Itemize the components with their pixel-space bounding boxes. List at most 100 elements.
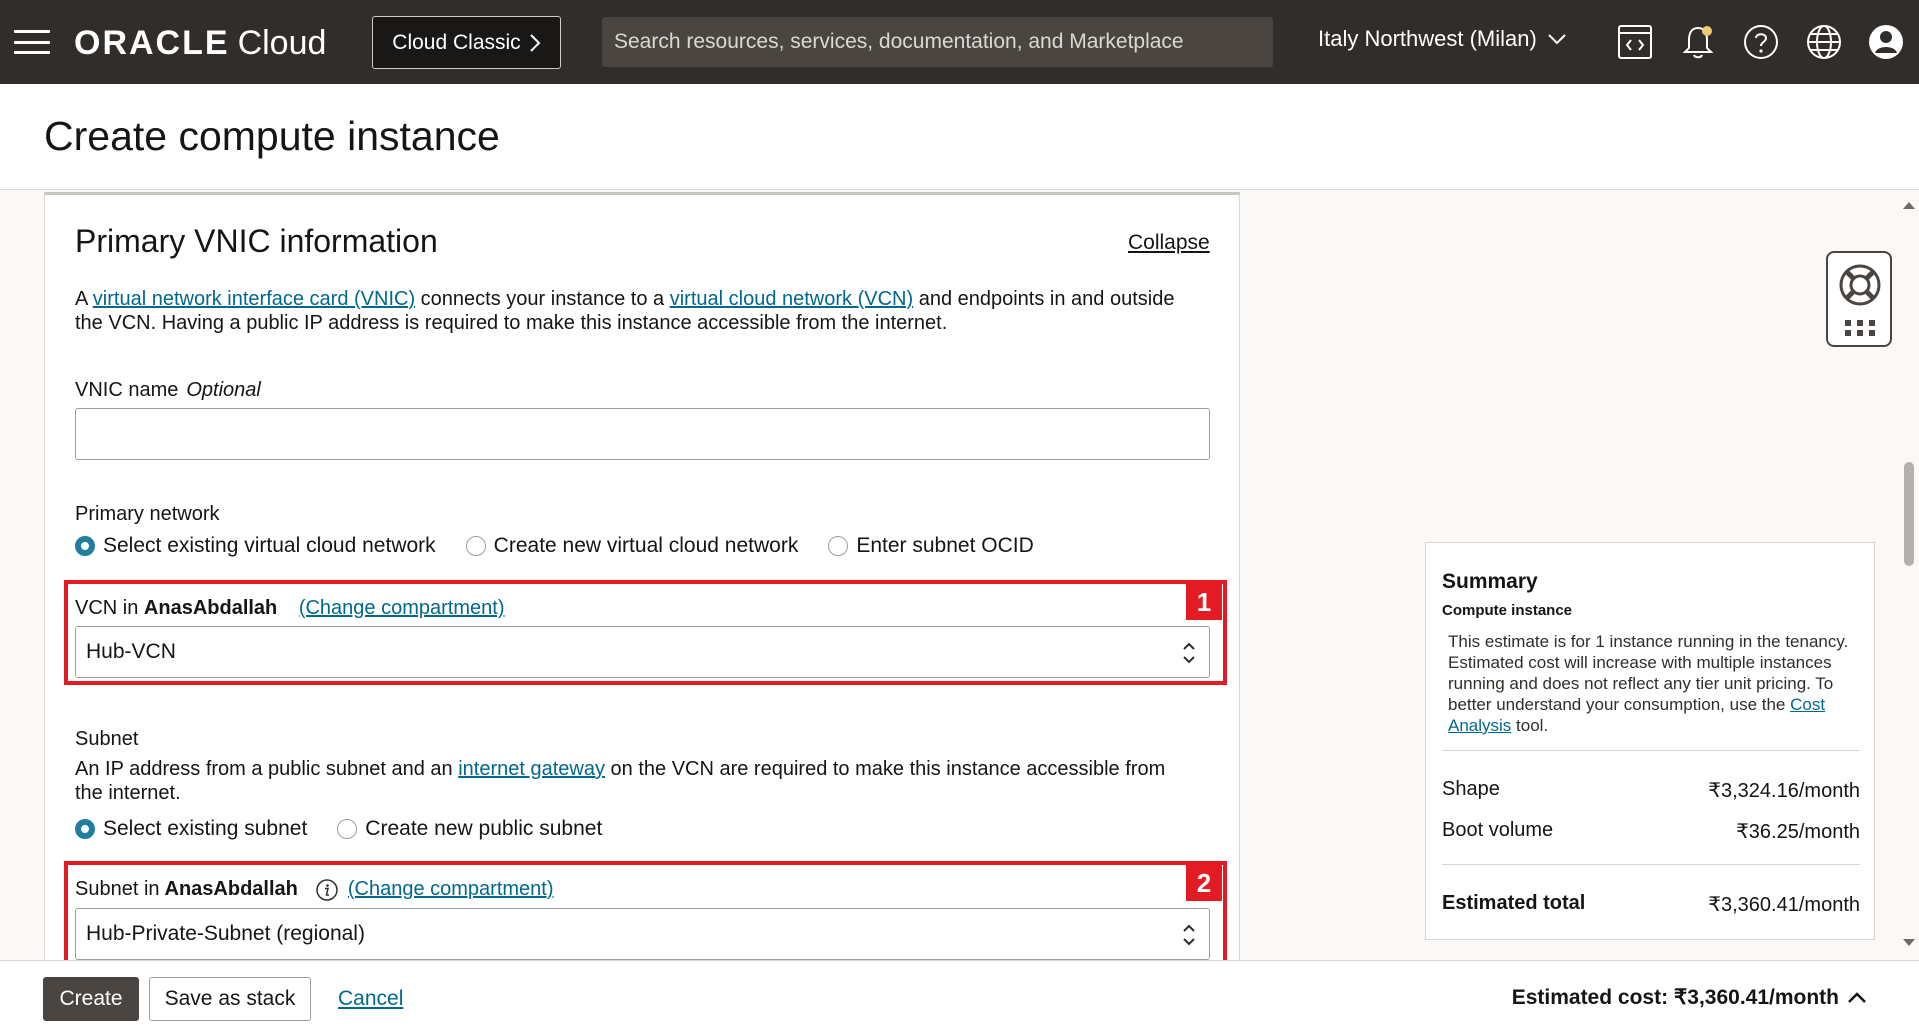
- radio-create-new-public-subnet[interactable]: Create new public subnet: [337, 817, 602, 841]
- step-badge-2: 2: [1186, 865, 1222, 901]
- oracle-cloud-logo[interactable]: ORACLE Cloud: [74, 24, 326, 63]
- desc-text: connects your instance to a: [415, 288, 670, 310]
- subnet-select[interactable]: Hub-Private-Subnet (regional): [75, 908, 1210, 960]
- row-label: Shape: [1442, 778, 1500, 800]
- vnic-name-input[interactable]: [75, 408, 1210, 460]
- help-icon[interactable]: [1741, 22, 1781, 62]
- desc-text: An IP address from a public subnet and a…: [75, 758, 459, 780]
- note-text: tool.: [1511, 716, 1549, 735]
- logo-brand: ORACLE: [74, 24, 230, 62]
- chevron-down-icon: [1548, 34, 1566, 45]
- cloud-classic-button[interactable]: Cloud Classic: [372, 16, 561, 69]
- primary-network-label: Primary network: [75, 503, 220, 525]
- subnet-label: Subnet: [75, 728, 139, 750]
- scroll-thumb[interactable]: [1904, 462, 1914, 566]
- region-label: Italy Northwest (Milan): [1318, 26, 1537, 51]
- select-updown-icon: [1183, 924, 1195, 946]
- lifebuoy-icon: [1839, 264, 1881, 306]
- region-selector[interactable]: Italy Northwest (Milan): [1318, 26, 1567, 52]
- summary-title: Summary: [1442, 570, 1538, 593]
- scroll-down-icon[interactable]: [1902, 938, 1916, 948]
- footer-action-bar: Create Save as stack Cancel Estimated co…: [0, 960, 1919, 1026]
- primary-vnic-panel: Primary VNIC information Collapse A virt…: [44, 192, 1240, 962]
- subnet-change-compartment-link[interactable]: (Change compartment): [348, 878, 554, 901]
- note-text: This estimate is for 1 instance running …: [1448, 632, 1849, 714]
- radio-select-existing-subnet[interactable]: Select existing subnet: [75, 817, 307, 841]
- radio-label: Create new public subnet: [365, 817, 603, 840]
- radio-unselected-icon: [465, 536, 486, 556]
- estimated-cost-toggle[interactable]: Estimated cost: ₹3,360.41/month: [1512, 985, 1867, 1010]
- radio-selected-icon: [75, 536, 95, 556]
- total-label: Estimated total: [1442, 892, 1586, 914]
- radio-label: Select existing virtual cloud network: [103, 534, 436, 557]
- radio-unselected-icon: [337, 819, 358, 839]
- row-value: ₹36.25/month: [1736, 821, 1860, 843]
- vcn-change-compartment-link[interactable]: (Change compartment): [299, 597, 505, 619]
- divider: [1442, 864, 1860, 865]
- row-label: Boot volume: [1442, 819, 1554, 841]
- radio-label: Select existing subnet: [103, 817, 308, 840]
- summary-row-shape: Shape ₹3,324.16/month: [1442, 778, 1860, 803]
- step-badge-1: 1: [1186, 584, 1222, 620]
- help-widget[interactable]: [1826, 251, 1892, 347]
- chevron-right-icon: [529, 33, 541, 52]
- code-editor-icon[interactable]: [1615, 22, 1655, 62]
- radio-label: Create new virtual cloud network: [493, 534, 799, 557]
- subnet-radio-group: Select existing subnet Create new public…: [75, 817, 632, 841]
- subnet-in-label: Subnet in AnasAbdallah (Change compartme…: [75, 878, 554, 901]
- vnic-name-label: VNIC name Optional: [75, 379, 261, 402]
- subnet-label-prefix: Subnet in: [75, 878, 160, 900]
- vcn-compartment-name: AnasAbdallah: [143, 597, 278, 619]
- info-icon[interactable]: [316, 878, 338, 901]
- vcn-doc-link[interactable]: virtual cloud network (VCN): [670, 288, 913, 310]
- vnic-name-text: VNIC name: [75, 379, 179, 401]
- top-navigation-bar: ORACLECloud Cloud Classic Italy Northwes…: [0, 0, 1919, 84]
- vcn-label-prefix: VCN in: [75, 597, 144, 619]
- bell-icon[interactable]: [1678, 22, 1718, 62]
- search-input[interactable]: [602, 17, 1273, 67]
- summary-row-boot-volume: Boot volume ₹36.25/month: [1442, 819, 1860, 844]
- radio-select-existing-vcn[interactable]: Select existing virtual cloud network: [75, 534, 436, 558]
- subnet-select-value: Hub-Private-Subnet (regional): [86, 922, 365, 945]
- logo-product: Cloud: [237, 24, 327, 62]
- user-icon[interactable]: [1866, 22, 1906, 62]
- vnic-doc-link[interactable]: virtual network interface card (VNIC): [93, 288, 415, 310]
- total-value: ₹3,360.41/month: [1708, 894, 1860, 916]
- vcn-select[interactable]: Hub-VCN: [75, 626, 1210, 678]
- menu-icon[interactable]: [14, 30, 50, 54]
- summary-row-total: Estimated total ₹3,360.41/month: [1442, 892, 1860, 917]
- radio-label: Enter subnet OCID: [856, 534, 1034, 557]
- row-value: ₹3,324.16/month: [1708, 780, 1860, 802]
- page-title-bar: Create compute instance: [0, 84, 1919, 190]
- save-as-stack-button[interactable]: Save as stack: [149, 977, 311, 1021]
- globe-icon[interactable]: [1804, 22, 1844, 62]
- radio-unselected-icon: [828, 536, 849, 556]
- section-title: Primary VNIC information: [75, 223, 438, 259]
- page-title: Create compute instance: [44, 113, 500, 159]
- divider: [1442, 750, 1860, 751]
- chevron-up-icon: [1848, 991, 1866, 1003]
- summary-note: This estimate is for 1 instance running …: [1448, 631, 1860, 736]
- subnet-description: An IP address from a public subnet and a…: [75, 757, 1195, 805]
- primary-network-radio-group: Select existing virtual cloud network Cr…: [75, 534, 1064, 558]
- radio-selected-icon: [75, 819, 95, 839]
- optional-tag: Optional: [186, 379, 261, 401]
- cloud-classic-label: Cloud Classic: [392, 30, 521, 54]
- create-button[interactable]: Create: [43, 977, 139, 1021]
- estimated-cost-text: Estimated cost: ₹3,360.41/month: [1511, 986, 1839, 1009]
- desc-text: A: [75, 288, 93, 310]
- radio-enter-subnet-ocid[interactable]: Enter subnet OCID: [828, 534, 1034, 558]
- select-updown-icon: [1183, 642, 1195, 664]
- radio-create-new-vcn[interactable]: Create new virtual cloud network: [465, 534, 799, 558]
- section-description: A virtual network interface card (VNIC) …: [75, 287, 1195, 335]
- apps-grid-icon: [1845, 320, 1875, 336]
- cancel-link[interactable]: Cancel: [338, 987, 403, 1011]
- scroll-up-icon[interactable]: [1902, 200, 1916, 210]
- subnet-compartment-name: AnasAbdallah: [164, 878, 298, 900]
- page-scrollbar[interactable]: [1899, 192, 1919, 962]
- vcn-select-value: Hub-VCN: [86, 640, 176, 663]
- vcn-label: VCN in AnasAbdallah (Change compartment): [75, 597, 504, 620]
- collapse-link[interactable]: Collapse: [1128, 231, 1210, 255]
- internet-gateway-link[interactable]: internet gateway: [458, 758, 605, 780]
- summary-subtitle: Compute instance: [1442, 602, 1573, 619]
